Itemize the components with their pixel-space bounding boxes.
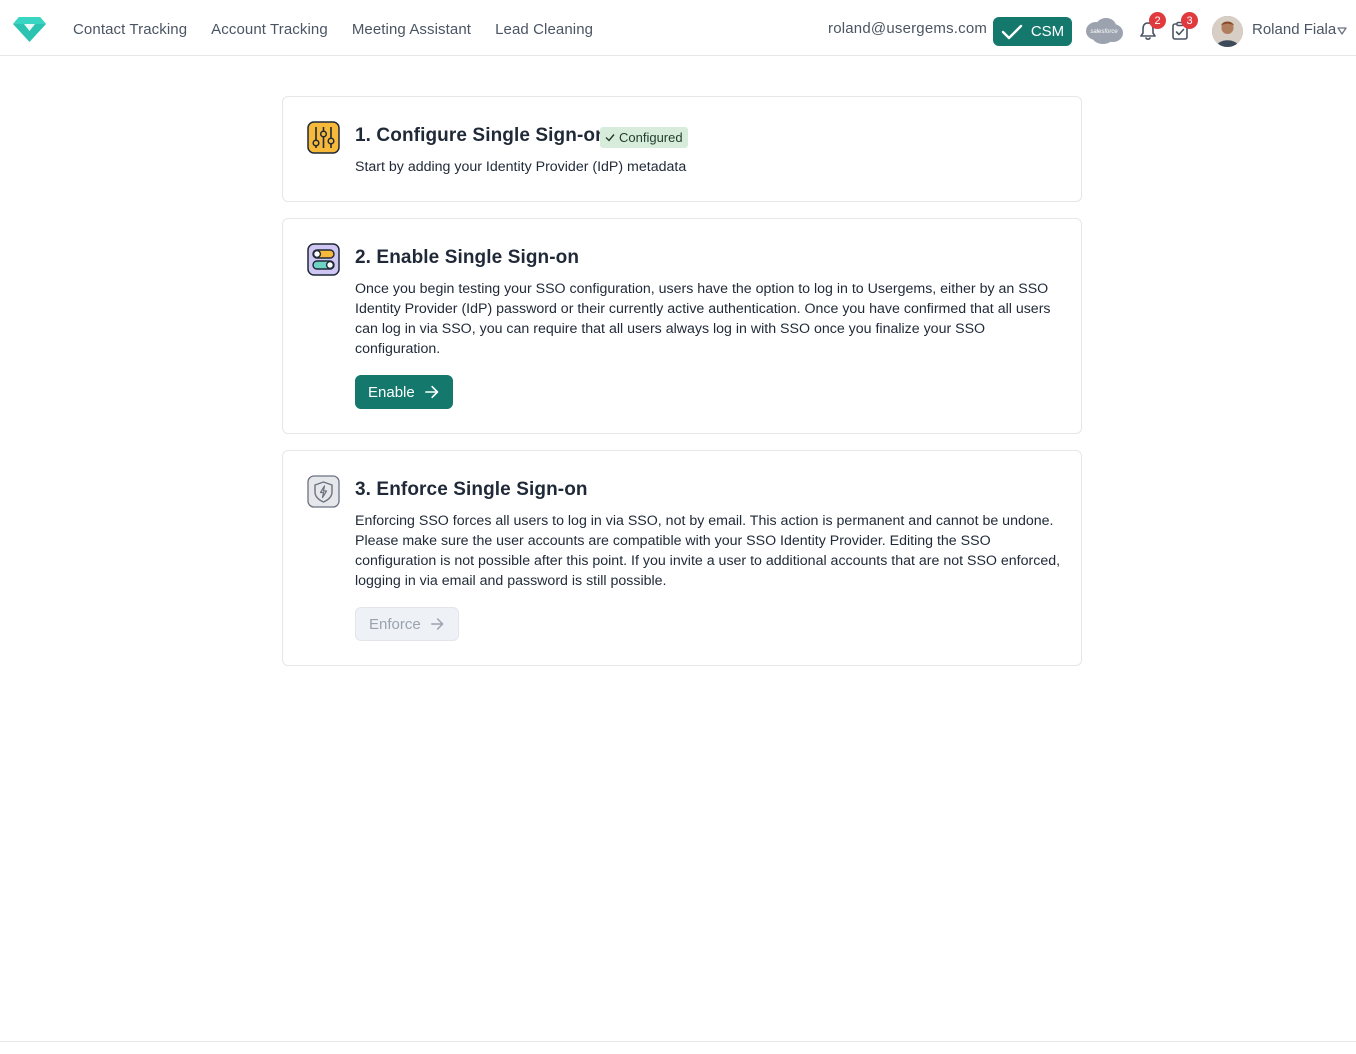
check-icon — [1001, 24, 1023, 39]
csm-label: CSM — [1030, 23, 1065, 40]
nav-meeting-assistant[interactable]: Meeting Assistant — [352, 21, 471, 38]
avatar[interactable] — [1212, 16, 1243, 47]
enforce-label: Enforce — [369, 615, 421, 633]
caret-down-icon[interactable] — [1337, 27, 1347, 35]
step-title: 3. Enforce Single Sign-on — [355, 479, 588, 500]
arrow-right-icon — [430, 618, 444, 630]
gem-logo-icon[interactable] — [13, 17, 46, 42]
main-nav: Contact Tracking Account Tracking Meetin… — [73, 3, 617, 56]
step-title: 1. Configure Single Sign-on — [355, 125, 607, 146]
tasks-badge: 3 — [1181, 12, 1198, 29]
user-name[interactable]: Roland Fiala — [1252, 21, 1336, 38]
sso-step-enforce: 3. Enforce Single Sign-on Enforcing SSO … — [282, 450, 1082, 666]
status-label: Configured — [619, 130, 683, 145]
step-description: Start by adding your Identity Provider (… — [355, 159, 687, 175]
status-badge: Configured — [600, 127, 688, 148]
nav-account-tracking[interactable]: Account Tracking — [211, 21, 328, 38]
footer — [0, 1041, 1356, 1054]
check-icon — [605, 134, 615, 142]
step-title: 2. Enable Single Sign-on — [355, 247, 580, 268]
enforce-button[interactable]: Enforce — [355, 607, 459, 641]
salesforce-text: salesforce — [1090, 29, 1118, 35]
enable-button[interactable]: Enable — [355, 375, 453, 409]
nav-lead-cleaning[interactable]: Lead Cleaning — [495, 21, 593, 38]
arrow-right-icon — [424, 385, 439, 399]
step-description: Once you begin testing your SSO configur… — [355, 281, 1051, 357]
toggles-icon — [307, 243, 340, 276]
top-navigation-bar: Contact Tracking Account Tracking Meetin… — [0, 3, 1356, 56]
enable-label: Enable — [368, 383, 415, 401]
step-description: Enforcing SSO forces all users to log in… — [355, 513, 1061, 589]
shield-bolt-icon — [307, 475, 340, 508]
csm-button[interactable]: CSM — [993, 17, 1072, 46]
notifications-badge: 2 — [1149, 12, 1166, 29]
nav-contact-tracking[interactable]: Contact Tracking — [73, 21, 187, 38]
account-email: roland@usergems.com — [828, 20, 988, 37]
salesforce-cloud-icon[interactable]: salesforce — [1084, 16, 1124, 46]
sso-step-configure: 1. Configure Single Sign-on Configured S… — [282, 96, 1082, 202]
sso-step-enable: 2. Enable Single Sign-on Once you begin … — [282, 218, 1082, 434]
sliders-icon — [307, 121, 340, 154]
